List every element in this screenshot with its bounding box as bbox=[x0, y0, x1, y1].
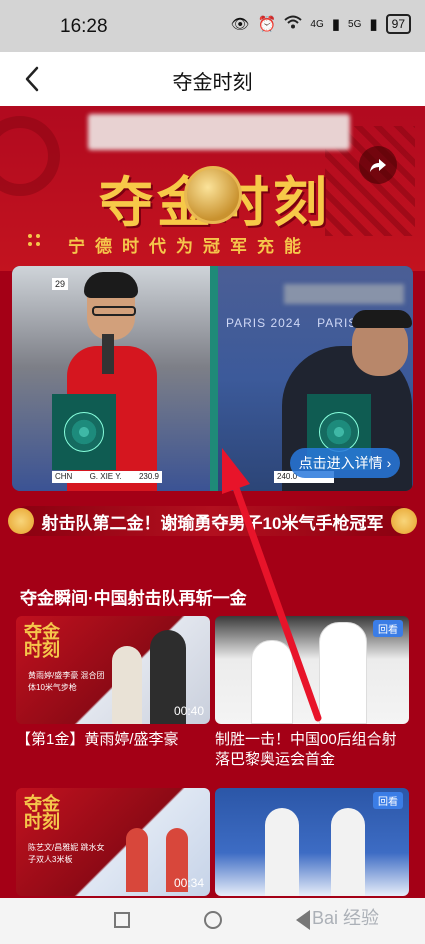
replay-badge: 回看 bbox=[373, 792, 403, 809]
video-card-3[interactable]: 夺金时刻 陈艺文/昌雅妮 跳水女子双人3米板 00:34 bbox=[16, 788, 210, 896]
video-card-2[interactable]: 回看 制胜一击！中国00后组合射落巴黎奥运会首金 bbox=[215, 616, 409, 770]
blurred-region-right bbox=[284, 284, 404, 304]
ticker-right-ornament bbox=[391, 508, 417, 534]
video-duration: 00:34 bbox=[173, 876, 204, 890]
view-details-button[interactable]: 点击进入详情 › bbox=[290, 448, 400, 478]
signal-5g-label: 5G bbox=[348, 18, 362, 30]
content-area[interactable]: 夺金时刻 宁德时代为冠军充能 29 CHN G. XIE Y. 230.9 PA… bbox=[0, 106, 425, 898]
chevron-right-icon: › bbox=[386, 455, 392, 471]
shooter-right-cap bbox=[352, 310, 412, 328]
score-value: 230.9 bbox=[138, 472, 159, 481]
thumb-caption: 陈艺文/昌雅妮 跳水女子双人3米板 bbox=[28, 843, 105, 864]
score-bar-left: CHN G. XIE Y. 230.9 bbox=[52, 471, 162, 483]
ticker-text: 射击队第二金！谢瑜勇夺男子10米气手枪冠军 bbox=[41, 513, 384, 533]
video-thumbnail: 回看 bbox=[215, 616, 409, 724]
signal-bars-icon: ▮ bbox=[331, 16, 341, 33]
athlete-figure bbox=[112, 646, 142, 724]
target-left bbox=[52, 394, 116, 470]
mini-logo: 夺金时刻 bbox=[24, 794, 60, 833]
lane-tag: 29 bbox=[52, 278, 69, 290]
target-ring bbox=[319, 412, 359, 452]
hero-banner: 夺金时刻 宁德时代为冠军充能 bbox=[0, 106, 425, 271]
thumb-caption: 黄雨婷/盛李豪 混合团体10米气步枪 bbox=[28, 671, 105, 692]
nav-bar: 夺金时刻 bbox=[0, 52, 425, 106]
section-title: 夺金瞬间·中国射击队再斩一金 bbox=[20, 589, 247, 608]
back-nav-button[interactable] bbox=[296, 910, 310, 930]
video-card-1[interactable]: 夺金时刻 黄雨婷/盛李豪 混合团体10米气步枪 00:40 【第1金】黄雨婷/盛… bbox=[16, 616, 210, 750]
view-details-label: 点击进入详情 bbox=[298, 455, 383, 471]
recent-apps-button[interactable] bbox=[114, 912, 130, 928]
target-ring bbox=[64, 412, 104, 452]
video-thumbnail: 回看 bbox=[215, 788, 409, 896]
status-bar: 16:28 👁 ⏰ 4G ▮ 5G ▮ 97 bbox=[0, 0, 425, 52]
video-thumbnail: 夺金时刻 陈艺文/昌雅妮 跳水女子双人3米板 00:34 bbox=[16, 788, 210, 896]
athlete-figure bbox=[331, 808, 365, 896]
page-title: 夺金时刻 bbox=[172, 72, 253, 94]
athlete-figure bbox=[319, 622, 367, 724]
hero-subtitle: 宁德时代为冠军充能 bbox=[68, 237, 311, 256]
mini-logo: 夺金时刻 bbox=[24, 622, 60, 661]
video-card-4[interactable]: 回看 bbox=[215, 788, 409, 896]
signal-4g-label: 4G bbox=[310, 18, 324, 30]
status-time: 16:28 bbox=[60, 16, 108, 37]
card-title: 制胜一击！中国00后组合射落巴黎奥运会首金 bbox=[215, 731, 397, 768]
ticker-left-ornament bbox=[8, 508, 34, 534]
battery-icon: 97 bbox=[385, 14, 411, 34]
replay-badge: 回看 bbox=[373, 620, 403, 637]
score-country: CHN bbox=[55, 472, 73, 481]
status-icons: 👁 ⏰ 4G ▮ 5G ▮ 97 bbox=[231, 14, 411, 34]
wifi-icon bbox=[284, 15, 303, 33]
paris-text: PARIS 2024 bbox=[226, 316, 302, 330]
featured-video[interactable]: 29 CHN G. XIE Y. 230.9 PARIS 2024 PARIS … bbox=[12, 266, 413, 491]
video-duration: 00:40 bbox=[173, 704, 204, 718]
gold-medal-icon bbox=[184, 166, 242, 224]
home-button[interactable] bbox=[204, 911, 222, 929]
watermark: Bai 经验 bbox=[312, 908, 380, 928]
shooter-left-hair bbox=[84, 272, 138, 298]
eye-icon: 👁 bbox=[230, 16, 250, 33]
athlete-figure bbox=[265, 808, 299, 896]
score-name: G. XIE Y. bbox=[89, 472, 122, 481]
dots-icon bbox=[26, 232, 42, 248]
pistol bbox=[102, 334, 114, 374]
blurred-region bbox=[88, 114, 350, 150]
signal-bars-icon-2: ▮ bbox=[369, 16, 378, 33]
athlete-figure bbox=[126, 828, 148, 892]
hero-decoration bbox=[0, 116, 60, 196]
athlete-figure bbox=[251, 640, 293, 724]
shooter-glasses bbox=[92, 306, 136, 316]
card-title: 【第1金】黄雨婷/盛李豪 bbox=[16, 731, 179, 748]
system-nav-bar: Bai 经验 bbox=[0, 898, 425, 944]
share-icon bbox=[370, 159, 386, 172]
video-divider bbox=[210, 266, 218, 491]
alarm-icon: ⏰ bbox=[257, 16, 277, 33]
video-thumbnail: 夺金时刻 黄雨婷/盛李豪 混合团体10米气步枪 00:40 bbox=[16, 616, 210, 724]
headline-ticker[interactable]: 射击队第二金！谢瑜勇夺男子10米气手枪冠军 bbox=[8, 506, 417, 536]
